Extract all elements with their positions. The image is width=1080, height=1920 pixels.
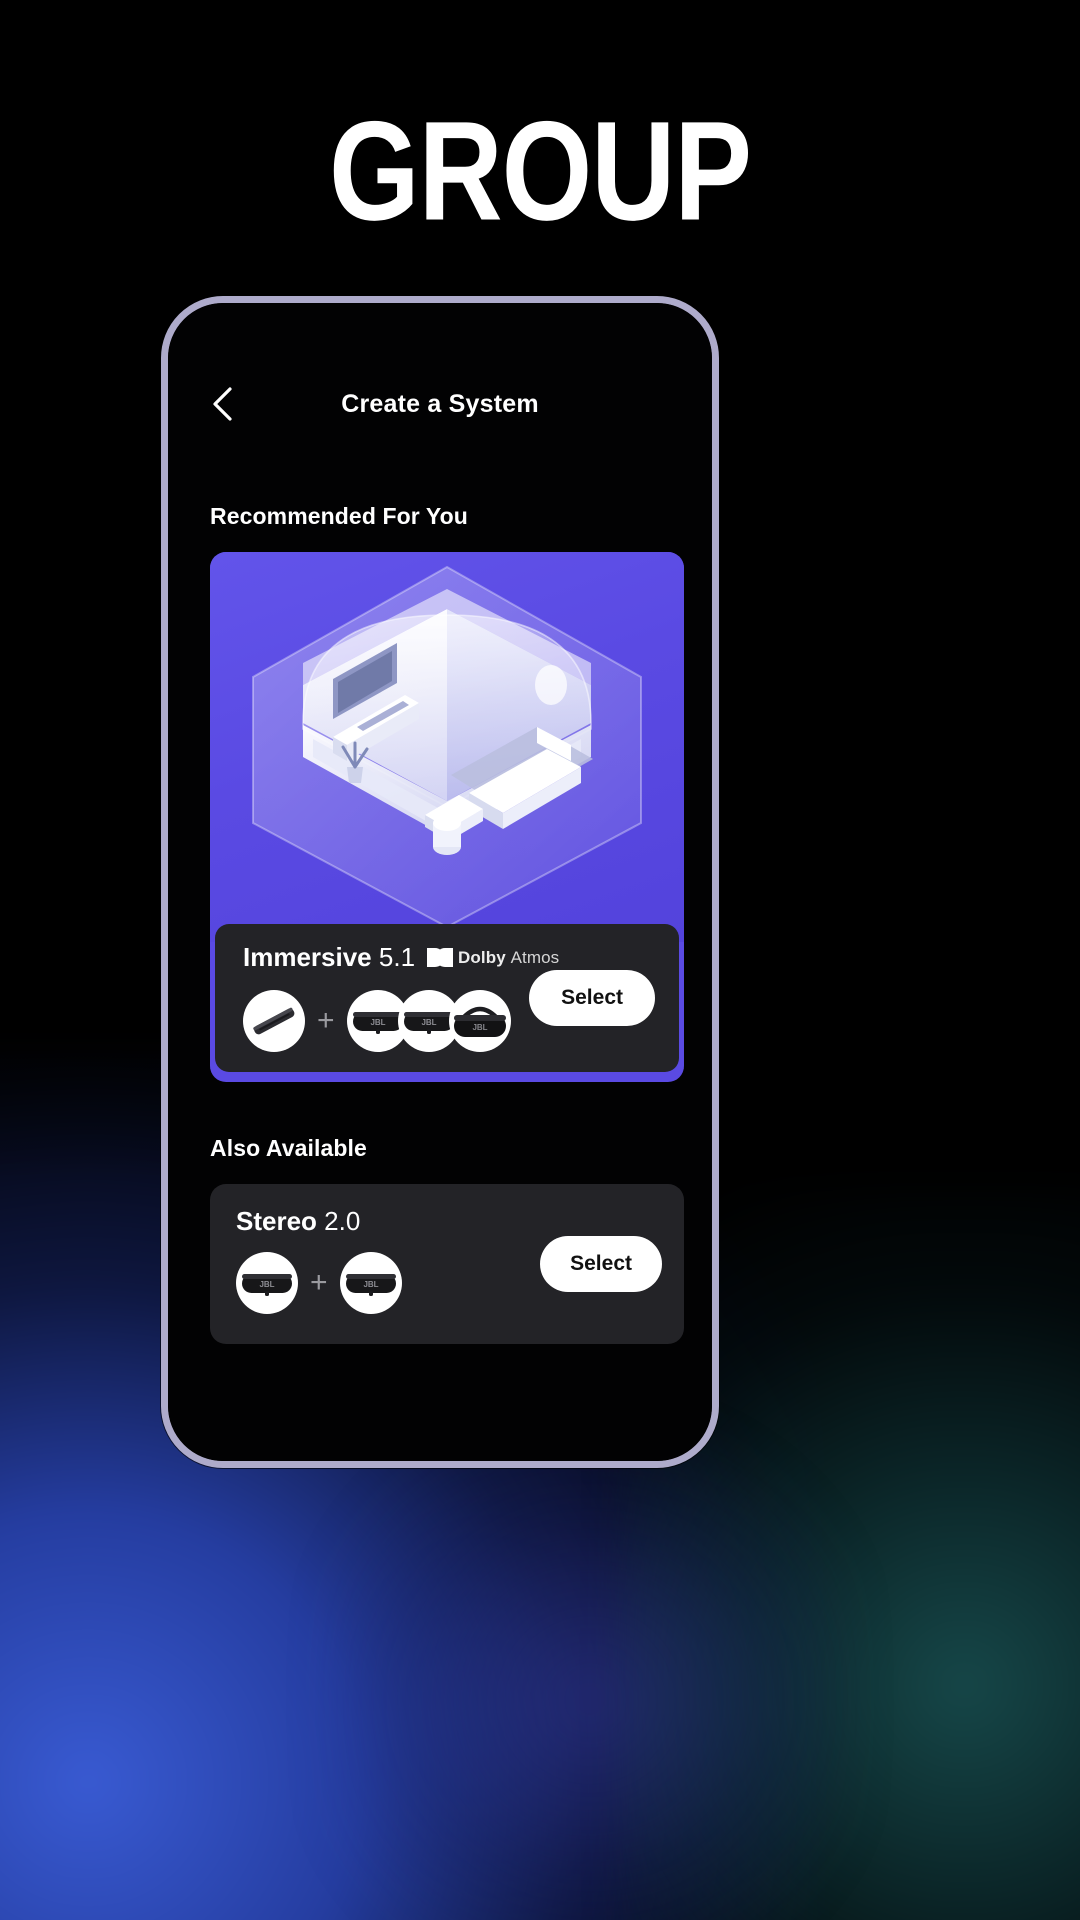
jbl-boombox-speaker-icon: JBL	[453, 1006, 506, 1037]
select-button-stereo[interactable]: Select	[540, 1236, 662, 1292]
isometric-living-room-icon	[252, 565, 642, 929]
system-name-bold: Immersive	[243, 942, 372, 972]
device-list: JBL + JBL	[236, 1252, 402, 1314]
svg-text:JBL: JBL	[472, 1023, 487, 1032]
card-footer: Immersive 5.1 Dolby Atmos + JBL JBL JBL …	[215, 924, 679, 1072]
section-title-recommended: Recommended For You	[210, 503, 468, 529]
svg-text:JBL: JBL	[259, 1280, 274, 1289]
system-name-stereo: Stereo 2.0	[236, 1206, 360, 1237]
svg-text:JBL: JBL	[363, 1280, 378, 1289]
device-separator: +	[317, 1004, 335, 1037]
device-separator: +	[310, 1266, 328, 1299]
poster-stage: GROUP Create a System Recommended For Yo…	[0, 0, 1080, 1920]
device-soundbar	[243, 990, 305, 1052]
jbl-portable-speaker-icon: JBL	[345, 1274, 396, 1296]
system-name-bold: Stereo	[236, 1206, 317, 1236]
chevron-left-icon	[213, 387, 232, 421]
device-jbl-portable-1: JBL	[236, 1252, 298, 1314]
card-title-row: Immersive 5.1 Dolby Atmos	[243, 942, 559, 973]
jbl-portable-speaker-icon: JBL	[352, 1012, 403, 1034]
phone-mockup: Create a System Recommended For You Imme…	[161, 296, 719, 1468]
system-name-light: 2.0	[324, 1206, 361, 1236]
jbl-portable-speaker-icon: JBL	[242, 1274, 292, 1296]
phone-screen: Create a System Recommended For You Imme…	[168, 303, 712, 1461]
jbl-portable-speaker-icon: JBL	[403, 1012, 454, 1034]
app-header: Create a System	[168, 373, 712, 435]
card-hero-image	[210, 552, 684, 942]
dolby-atmos-label: Dolby Atmos	[458, 948, 559, 968]
system-card-stereo[interactable]: Stereo 2.0 JBL + JBL Select	[210, 1184, 684, 1344]
svg-text:JBL: JBL	[421, 1018, 436, 1027]
system-name: Immersive 5.1	[243, 942, 415, 973]
poster-headline: GROUP	[329, 92, 752, 250]
dolby-atmos-badge: Dolby Atmos	[427, 948, 559, 968]
device-list: + JBL JBL JBL	[243, 990, 511, 1052]
dolby-suffix: Atmos	[510, 947, 560, 967]
dolby-double-d-icon	[427, 948, 454, 967]
device-group: JBL JBL JBL	[346, 990, 511, 1052]
dolby-brand: Dolby	[458, 947, 506, 967]
system-name-light: 5.1	[378, 942, 416, 972]
back-button[interactable]	[202, 384, 242, 424]
background-glow-violet	[330, 1420, 850, 1920]
page-title: Create a System	[341, 389, 539, 418]
system-card-immersive[interactable]: Immersive 5.1 Dolby Atmos + JBL JBL JBL …	[210, 552, 684, 1082]
device-jbl-boombox: JBL	[448, 990, 511, 1052]
svg-text:JBL: JBL	[370, 1018, 385, 1027]
device-jbl-portable-2: JBL	[339, 1252, 402, 1314]
soundbar-icon	[253, 1007, 295, 1035]
section-title-also-available: Also Available	[210, 1135, 367, 1161]
select-button-immersive[interactable]: Select	[529, 970, 655, 1026]
